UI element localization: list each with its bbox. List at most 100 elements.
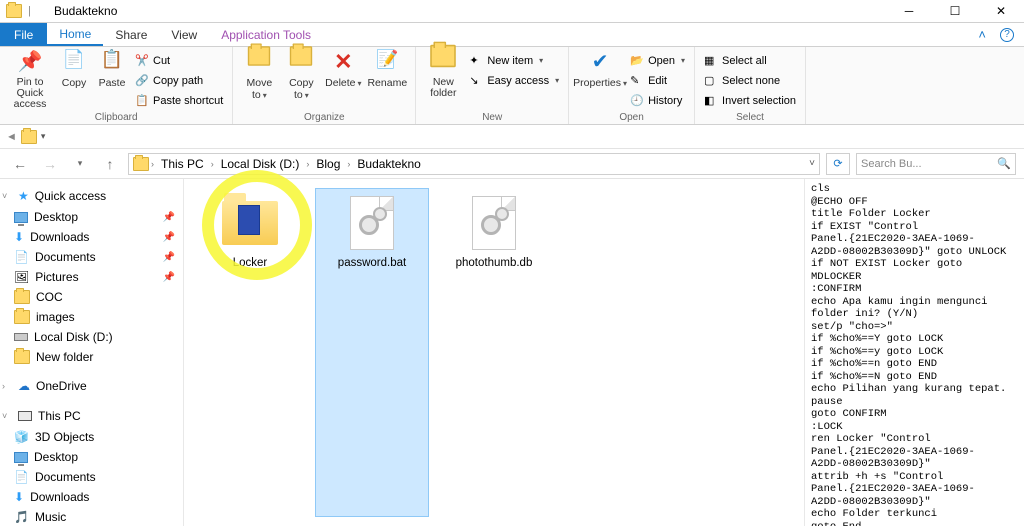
back-tiny-icon[interactable]: ◄ <box>6 131 17 143</box>
tab-file[interactable]: File <box>0 23 47 46</box>
nav-pc-documents[interactable]: 📄Documents <box>0 467 183 487</box>
new-folder-button[interactable]: New folder <box>422 49 464 99</box>
cut-button[interactable]: ✂️Cut <box>132 51 226 70</box>
nav-new-folder[interactable]: New folder <box>0 347 183 367</box>
select-all-button[interactable]: ▦Select all <box>701 51 799 70</box>
paste-shortcut-button[interactable]: 📋Paste shortcut <box>132 91 226 110</box>
paste-label: Paste <box>99 77 126 89</box>
back-button[interactable]: ← <box>8 152 32 176</box>
new-item-button[interactable]: ✦New item▾ <box>466 51 562 70</box>
group-open: ✔Properties▾ 📂Open▾ ✎Edit 🕘History Open <box>569 47 695 124</box>
search-box[interactable]: Search Bu... 🔍 <box>856 153 1016 175</box>
nav-local-disk-d[interactable]: Local Disk (D:) <box>0 327 183 347</box>
app-icon <box>0 0 28 22</box>
file-list[interactable]: Locker password.bat photothumb.db <box>184 179 804 526</box>
qat-folder-icon[interactable] <box>21 130 37 144</box>
crumb-current[interactable]: Budaktekno <box>352 157 425 171</box>
crumb-local-disk-d[interactable]: Local Disk (D:) <box>216 157 305 171</box>
nav-onedrive[interactable]: ›☁OneDrive <box>0 375 183 397</box>
copy-label: Copy <box>62 77 87 89</box>
recent-locations-button[interactable]: ▾ <box>68 152 92 176</box>
edit-icon: ✎ <box>630 74 644 88</box>
address-bar[interactable]: › This PC› Local Disk (D:)› Blog› Budakt… <box>128 153 820 175</box>
nav-3d-objects[interactable]: 🧊3D Objects <box>0 427 183 447</box>
documents-icon: 📄 <box>14 470 29 484</box>
nav-pc-desktop[interactable]: Desktop <box>0 447 183 467</box>
paste-button[interactable]: 📋 Paste <box>94 49 130 89</box>
refresh-button[interactable]: ⟳ <box>826 153 850 175</box>
nav-quick-access[interactable]: ˅★Quick access <box>0 185 183 207</box>
drive-icon <box>14 333 28 341</box>
copy-to-button[interactable]: Copy to▾ <box>281 49 321 101</box>
titlebar: | Budaktekno Manage ─ ☐ ✕ <box>0 0 1024 23</box>
search-icon: 🔍 <box>997 157 1011 170</box>
invert-icon: ◧ <box>704 94 718 108</box>
file-item-photothumb-db[interactable]: photothumb.db <box>438 189 550 516</box>
window-title: Budaktekno <box>48 0 123 22</box>
nav-images[interactable]: images <box>0 307 183 327</box>
ribbon-tabs: File Home Share View Application Tools ˄… <box>0 23 1024 47</box>
cut-icon: ✂️ <box>135 54 149 68</box>
pin-quick-access-button[interactable]: 📌 Pin to Quick access <box>6 49 54 110</box>
group-clipboard-label: Clipboard <box>6 111 226 124</box>
qat-dropdown-icon[interactable]: ▾ <box>41 131 46 142</box>
up-button[interactable]: ↑ <box>98 152 122 176</box>
crumb-this-pc[interactable]: This PC <box>156 157 209 171</box>
copy-button[interactable]: 📄 Copy <box>56 49 92 89</box>
tab-share[interactable]: Share <box>103 23 159 46</box>
ribbon-collapse-icon[interactable]: ˄ <box>978 27 986 42</box>
select-none-button[interactable]: ▢Select none <box>701 71 799 90</box>
nav-documents[interactable]: 📄Documents📌 <box>0 247 183 267</box>
invert-selection-button[interactable]: ◧Invert selection <box>701 91 799 110</box>
newfolder-icon <box>430 49 456 75</box>
copypath-icon: 🔗 <box>135 74 149 88</box>
delete-button[interactable]: ✕Delete▾ <box>323 49 363 89</box>
nav-desktop[interactable]: Desktop📌 <box>0 207 183 227</box>
file-label: password.bat <box>338 257 406 269</box>
easy-access-button[interactable]: ↘Easy access▾ <box>466 71 562 90</box>
addr-folder-icon <box>133 157 149 171</box>
rename-button[interactable]: 📝Rename <box>365 49 409 89</box>
folder-icon <box>220 195 280 251</box>
nav-pc-downloads[interactable]: ⬇Downloads <box>0 487 183 507</box>
chevron-icon[interactable]: › <box>151 159 154 169</box>
cloud-icon: ☁ <box>18 379 30 393</box>
nav-coc[interactable]: COC <box>0 287 183 307</box>
group-new-label: New <box>422 111 562 124</box>
moveto-icon <box>246 49 272 75</box>
nav-downloads[interactable]: ⬇Downloads📌 <box>0 227 183 247</box>
forward-button[interactable]: → <box>38 152 62 176</box>
help-icon[interactable]: ? <box>1000 28 1014 42</box>
navigation-pane[interactable]: ˅★Quick access Desktop📌 ⬇Downloads📌 📄Doc… <box>0 179 184 526</box>
edit-button[interactable]: ✎Edit <box>627 71 688 90</box>
file-item-password-bat[interactable]: password.bat <box>316 189 428 516</box>
history-button[interactable]: 🕘History <box>627 91 688 110</box>
file-item-locker[interactable]: Locker <box>194 189 306 516</box>
close-button[interactable]: ✕ <box>978 0 1024 22</box>
open-button[interactable]: 📂Open▾ <box>627 51 688 70</box>
open-icon: 📂 <box>630 54 644 68</box>
qat-divider: | <box>28 0 48 22</box>
selectall-icon: ▦ <box>704 54 718 68</box>
tab-view[interactable]: View <box>159 23 209 46</box>
maximize-button[interactable]: ☐ <box>932 0 978 22</box>
tab-application-tools[interactable]: Application Tools <box>209 23 323 46</box>
properties-button[interactable]: ✔Properties▾ <box>575 49 625 89</box>
addr-dropdown-icon[interactable]: ˅ <box>809 158 815 169</box>
nav-this-pc[interactable]: ˅This PC <box>0 405 183 427</box>
paste-icon: 📋 <box>99 49 125 75</box>
pin-icon: 📌 <box>163 212 175 223</box>
move-to-button[interactable]: Move to▾ <box>239 49 279 101</box>
nav-pc-music[interactable]: 🎵Music <box>0 507 183 526</box>
tab-home[interactable]: Home <box>47 23 103 46</box>
music-icon: 🎵 <box>14 510 29 524</box>
downloads-icon: ⬇ <box>14 490 24 504</box>
nav-pictures[interactable]: 🖼Pictures📌 <box>0 267 183 287</box>
easy-icon: ↘ <box>469 74 483 88</box>
group-new: New folder ✦New item▾ ↘Easy access▾ New <box>416 47 569 124</box>
documents-icon: 📄 <box>14 250 29 264</box>
crumb-blog[interactable]: Blog <box>311 157 345 171</box>
minimize-button[interactable]: ─ <box>886 0 932 22</box>
copy-path-button[interactable]: 🔗Copy path <box>132 71 226 90</box>
delete-icon: ✕ <box>330 49 356 75</box>
